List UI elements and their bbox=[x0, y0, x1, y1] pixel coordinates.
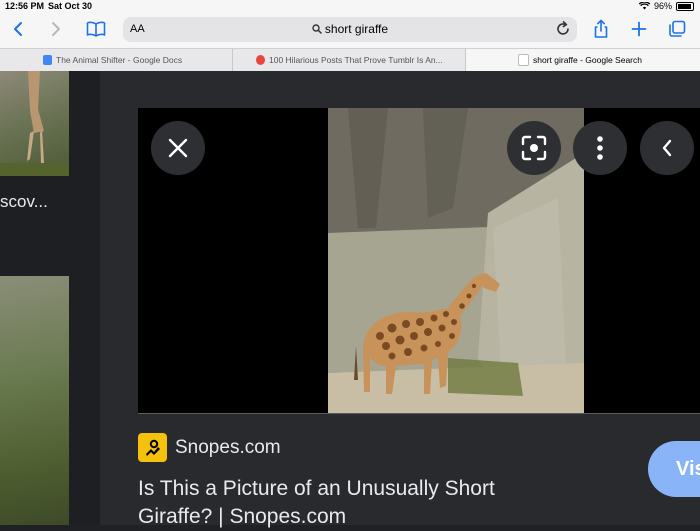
tab-label: The Animal Shifter - Google Docs bbox=[56, 55, 183, 65]
results-column: scov... bbox=[0, 71, 100, 525]
image-title-link[interactable]: Is This a Picture of an Unusually Short … bbox=[138, 475, 568, 531]
url-display[interactable]: short giraffe bbox=[123, 22, 577, 36]
result-thumbnail-savanna[interactable] bbox=[0, 276, 69, 525]
tab-label: 100 Hilarious Posts That Prove Tumblr Is… bbox=[269, 55, 443, 65]
close-viewer-button[interactable] bbox=[151, 121, 205, 175]
wifi-icon bbox=[638, 2, 650, 10]
address-bar[interactable]: AA short giraffe bbox=[123, 17, 577, 42]
google-docs-favicon bbox=[43, 55, 52, 65]
previous-image-button[interactable] bbox=[640, 121, 694, 175]
status-time: 12:56 PM bbox=[5, 1, 45, 11]
reload-icon[interactable] bbox=[555, 20, 571, 41]
lens-icon bbox=[521, 135, 547, 161]
url-text: short giraffe bbox=[324, 22, 389, 36]
new-tab-icon[interactable] bbox=[628, 18, 650, 40]
media-divider bbox=[138, 413, 700, 414]
share-icon[interactable] bbox=[590, 18, 612, 40]
search-icon bbox=[312, 24, 322, 34]
snopes-favicon bbox=[138, 433, 167, 462]
tab-strip: The Animal Shifter - Google Docs 100 Hil… bbox=[0, 48, 700, 72]
tab-label: short giraffe - Google Search bbox=[533, 55, 642, 65]
tab-short-giraffe[interactable]: short giraffe - Google Search bbox=[466, 49, 700, 71]
page-content: scov... Snopes.com Is This a Picture of … bbox=[0, 71, 700, 528]
browser-toolbar: AA short giraffe bbox=[0, 13, 700, 48]
tabs-overview-icon[interactable] bbox=[666, 18, 688, 40]
more-icon bbox=[597, 136, 603, 160]
visit-button[interactable]: Vis bbox=[648, 441, 700, 497]
more-options-button[interactable] bbox=[573, 121, 627, 175]
battery-icon bbox=[676, 1, 694, 11]
battery-percent: 96% bbox=[653, 1, 672, 11]
google-lens-button[interactable] bbox=[507, 121, 561, 175]
source-name[interactable]: Snopes.com bbox=[175, 437, 281, 459]
forward-icon[interactable] bbox=[45, 18, 67, 40]
image-viewer-panel: Snopes.com Is This a Picture of an Unusu… bbox=[100, 71, 700, 528]
tumblr-favicon bbox=[256, 55, 265, 65]
bookmarks-icon[interactable] bbox=[85, 18, 107, 40]
status-date: Sat Oct 30 bbox=[48, 1, 93, 11]
tab-animal-shifter[interactable]: The Animal Shifter - Google Docs bbox=[0, 49, 233, 71]
back-arrow-icon bbox=[662, 139, 672, 157]
image-preview-area[interactable] bbox=[138, 108, 700, 413]
source-info[interactable]: Snopes.com bbox=[138, 433, 281, 462]
result-title-truncated[interactable]: scov... bbox=[0, 192, 48, 212]
close-icon bbox=[168, 138, 188, 158]
tab-tumblr-posts[interactable]: 100 Hilarious Posts That Prove Tumblr Is… bbox=[233, 49, 466, 71]
result-thumbnail-giraffe[interactable] bbox=[0, 71, 69, 176]
google-favicon bbox=[518, 54, 529, 66]
back-icon[interactable] bbox=[7, 18, 29, 40]
status-bar: 12:56 PM Sat Oct 30 96% bbox=[0, 0, 700, 13]
status-right: 96% bbox=[638, 1, 694, 11]
